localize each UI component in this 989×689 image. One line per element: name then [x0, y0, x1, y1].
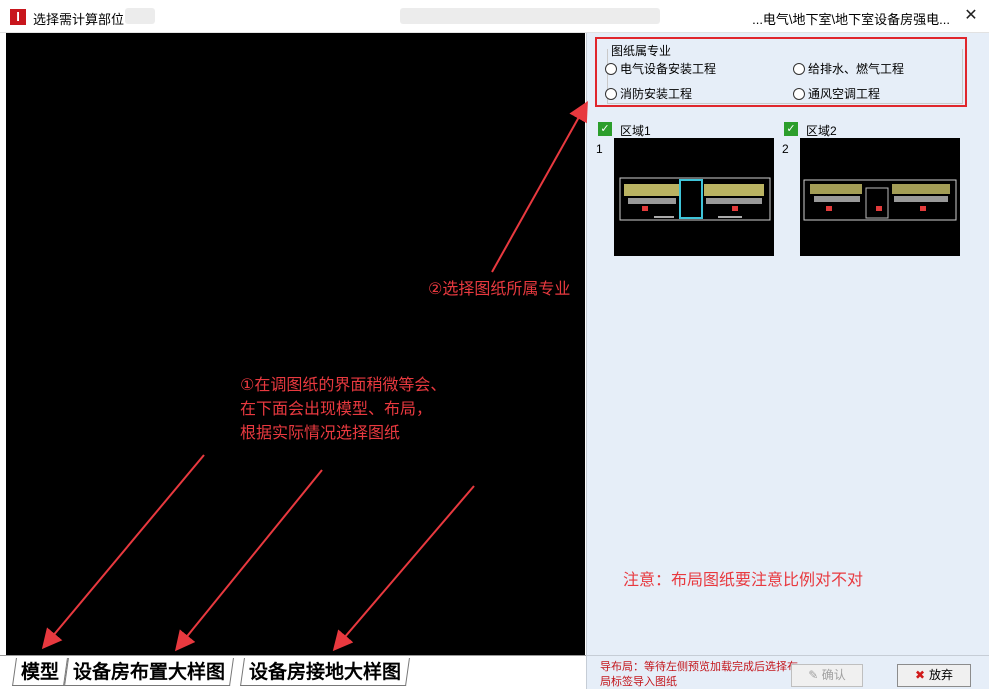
tab-equipment-room-grounding[interactable]: 设备房接地大样图 — [240, 658, 410, 686]
annotation-step2: ②选择图纸所属专业 — [428, 281, 571, 298]
region-thumbnail[interactable] — [800, 138, 960, 256]
cancel-button[interactable]: ✖ 放弃 — [897, 664, 971, 687]
radio-fire-protection[interactable]: 消防安装工程 — [605, 85, 692, 102]
radio-hvac[interactable]: 通风空调工程 — [793, 85, 880, 102]
region-index: 1 — [596, 142, 603, 156]
specialty-group-highlight: 图纸属专业 电气设备安装工程 给排水、燃气工程 消防安装工程 通风空调工程 — [595, 37, 967, 107]
drawing-thumbnail-image — [803, 179, 957, 221]
radio-unchecked-icon — [605, 88, 617, 100]
layout-tab-bar: 模型 设备房布置大样图 设备房接地大样图 — [0, 655, 586, 689]
radio-unchecked-icon — [793, 88, 805, 100]
import-layout-hint: 导布局：等待左侧预览加载完成后选择布局标签导入图纸 — [600, 661, 798, 688]
window-title: 选择需计算部位 — [33, 12, 125, 27]
cancel-x-icon: ✖ — [914, 668, 926, 682]
radio-electrical-installation[interactable]: 电气设备安装工程 — [605, 60, 716, 77]
region-label: 区域1 — [620, 124, 651, 138]
checkbox-checked-icon[interactable]: ✓ — [784, 122, 798, 136]
tab-equipment-room-layout[interactable]: 设备房布置大样图 — [64, 658, 234, 686]
specialty-group-title: 图纸属专业 — [611, 44, 672, 58]
annotation-notice: 注意：布局图纸要注意比例对不对 — [623, 572, 864, 589]
region-index: 2 — [782, 142, 789, 156]
radio-unchecked-icon — [605, 63, 617, 75]
title-bar: I 选择需计算部位 ...电气\地下室\地下室设备房强电... ✕ — [0, 0, 989, 33]
right-panel: 图纸属专业 电气设备安装工程 给排水、燃气工程 消防安装工程 通风空调工程 ✓ … — [586, 33, 989, 655]
close-window-button[interactable]: ✕ — [961, 6, 981, 26]
annotation-step1: ①在调图纸的界面稍微等会、 在下面会出现模型、布局， 根据实际情况选择图纸 — [240, 377, 447, 442]
window-file-path: ...电气\地下室\地下室设备房强电... — [752, 12, 950, 27]
checkbox-checked-icon[interactable]: ✓ — [598, 122, 612, 136]
drawing-preview-area[interactable] — [6, 33, 585, 655]
region-thumbnail[interactable] — [614, 138, 774, 256]
confirm-button[interactable]: ✎ 确认 — [791, 664, 863, 687]
redacted-title-segment — [125, 8, 155, 24]
pencil-icon: ✎ — [808, 668, 819, 682]
region-label: 区域2 — [806, 124, 837, 138]
drawing-thumbnail-image — [619, 177, 771, 221]
tab-model[interactable]: 模型 — [12, 658, 68, 686]
status-bar: 导布局：等待左侧预览加载完成后选择布局标签导入图纸 ✎ 确认 ✖ 放弃 — [586, 655, 989, 689]
radio-unchecked-icon — [793, 63, 805, 75]
radio-water-gas[interactable]: 给排水、燃气工程 — [793, 60, 904, 77]
app-logo-icon: I — [10, 9, 26, 25]
